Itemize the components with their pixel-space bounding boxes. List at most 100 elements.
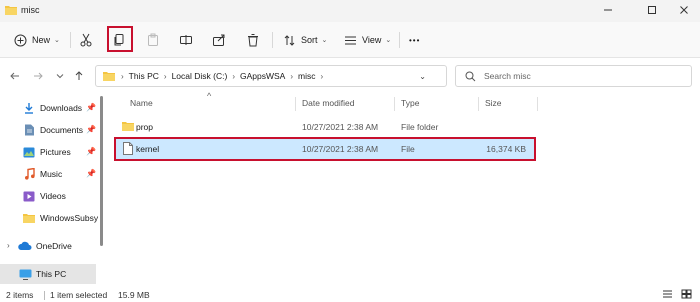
sidebar-item-documents[interactable]: Documents 📌 xyxy=(0,120,100,140)
navigation-pane: Downloads 📌 Documents 📌 Pictures 📌 Music… xyxy=(0,94,104,286)
address-bar[interactable]: › This PC › Local Disk (C:) › GAppsWSA ›… xyxy=(95,65,466,87)
details-view-icon[interactable] xyxy=(662,289,673,299)
breadcrumb-gappswsa[interactable]: GAppsWSA xyxy=(240,71,285,81)
sidebar-item-label: OneDrive xyxy=(36,241,72,251)
folder-icon xyxy=(122,122,134,131)
more-options-button[interactable]: ••• xyxy=(409,30,420,50)
chevron-right-icon: › xyxy=(163,71,167,81)
search-input[interactable]: Search misc xyxy=(455,65,692,87)
forward-icon[interactable] xyxy=(31,69,45,83)
rename-icon xyxy=(178,32,194,48)
cut-button[interactable] xyxy=(78,30,94,50)
paste-button[interactable] xyxy=(145,30,161,50)
view-label: View xyxy=(362,35,382,45)
file-list: ^ Name Date modified Type Size prop 10/2… xyxy=(104,91,700,286)
column-divider[interactable] xyxy=(478,97,479,111)
kernel-highlight xyxy=(114,137,536,161)
title-bar: misc xyxy=(0,0,700,22)
column-divider[interactable] xyxy=(537,97,538,111)
pin-icon: 📌 xyxy=(86,103,96,112)
file-row-prop[interactable]: prop 10/27/2021 2:38 AM File folder xyxy=(116,117,534,137)
chevron-right-icon: › xyxy=(232,71,235,81)
sort-label: Sort xyxy=(301,35,318,45)
column-header-size[interactable]: Size xyxy=(485,98,502,108)
new-icon xyxy=(12,32,28,48)
pin-icon: 📌 xyxy=(86,125,96,134)
chevron-down-icon: ⌄ xyxy=(54,37,60,44)
downloads-icon xyxy=(22,102,36,114)
address-row: › This PC › Local Disk (C:) › GAppsWSA ›… xyxy=(0,58,700,94)
view-button[interactable]: View ⌄ xyxy=(342,30,391,50)
search-placeholder: Search misc xyxy=(484,71,531,81)
selection-count: 1 item selected xyxy=(50,290,108,300)
sidebar-item-label: Documents xyxy=(40,125,83,135)
onedrive-icon xyxy=(18,240,32,252)
window-title: misc xyxy=(21,5,40,15)
sort-ascending-icon: ^ xyxy=(207,91,212,101)
sidebar-item-label: This PC xyxy=(36,269,67,279)
sidebar-item-windowssubsy[interactable]: WindowsSubsy xyxy=(0,208,100,228)
column-divider[interactable] xyxy=(295,97,296,111)
column-header-type[interactable]: Type xyxy=(401,98,419,108)
tiles-view-icon[interactable] xyxy=(681,289,692,299)
column-header-name[interactable]: Name xyxy=(130,98,153,108)
chevron-right-icon: › xyxy=(290,71,294,81)
chevron-right-icon: › xyxy=(121,71,124,81)
share-icon xyxy=(211,32,227,48)
delete-icon xyxy=(245,32,261,48)
separator xyxy=(272,32,273,48)
copy-highlight xyxy=(107,26,133,52)
selection-size: 15.9 MB xyxy=(118,290,150,300)
breadcrumb-this-pc[interactable]: This PC xyxy=(129,71,159,81)
sort-button[interactable]: Sort ⌄ xyxy=(281,30,327,50)
new-label: New xyxy=(32,35,51,45)
sidebar-item-videos[interactable]: Videos xyxy=(0,186,100,206)
chevron-down-icon: ⌄ xyxy=(385,37,392,44)
column-divider[interactable] xyxy=(394,97,395,111)
sort-icon xyxy=(281,32,297,48)
chevron-down-icon[interactable] xyxy=(53,69,67,83)
sidebar-item-onedrive[interactable]: OneDrive xyxy=(0,236,100,256)
share-button[interactable] xyxy=(211,30,227,50)
back-icon[interactable] xyxy=(8,69,22,83)
chevron-right-icon: › xyxy=(320,71,324,81)
separator xyxy=(70,32,71,48)
sidebar-item-label: Pictures xyxy=(40,147,71,157)
column-header-date[interactable]: Date modified xyxy=(302,98,354,108)
more-label: ••• xyxy=(409,35,421,45)
sidebar-item-label: WindowsSubsy xyxy=(40,213,99,223)
folder-icon xyxy=(5,6,17,15)
close-icon[interactable] xyxy=(673,2,695,18)
file-type: File folder xyxy=(401,122,439,132)
pin-icon: 📌 xyxy=(86,169,96,178)
view-icon xyxy=(342,32,358,48)
rename-button[interactable] xyxy=(178,30,194,50)
music-icon xyxy=(22,168,36,180)
maximize-icon[interactable] xyxy=(641,2,663,18)
breadcrumb-misc[interactable]: misc xyxy=(298,71,315,81)
search-icon xyxy=(465,71,476,81)
chevron-down-icon: ⌄ xyxy=(321,37,328,44)
new-button[interactable]: New ⌄ xyxy=(12,30,60,50)
cut-icon xyxy=(78,32,94,48)
documents-icon xyxy=(22,124,36,136)
sidebar-item-label: Downloads xyxy=(40,103,83,113)
folder-icon xyxy=(22,212,36,224)
delete-button[interactable] xyxy=(245,30,261,50)
sidebar-item-music[interactable]: Music 📌 xyxy=(0,164,100,184)
separator xyxy=(44,291,45,300)
sidebar-item-pictures[interactable]: Pictures 📌 xyxy=(0,142,100,162)
this-pc-icon xyxy=(18,268,32,280)
folder-icon xyxy=(103,72,115,81)
up-icon[interactable] xyxy=(72,69,86,83)
sidebar-item-downloads[interactable]: Downloads 📌 xyxy=(0,98,100,118)
videos-icon xyxy=(22,190,36,202)
chevron-down-icon[interactable]: ⌄ xyxy=(419,72,426,81)
breadcrumb-local-disk[interactable]: Local Disk (C:) xyxy=(172,71,228,81)
sidebar-item-this-pc[interactable]: This PC xyxy=(0,264,96,284)
sidebar-scrollbar[interactable] xyxy=(100,96,103,246)
status-bar: 2 items 1 item selected 15.9 MB xyxy=(0,286,700,302)
separator xyxy=(399,32,400,48)
paste-icon xyxy=(145,32,161,48)
minimize-icon[interactable] xyxy=(597,2,619,18)
